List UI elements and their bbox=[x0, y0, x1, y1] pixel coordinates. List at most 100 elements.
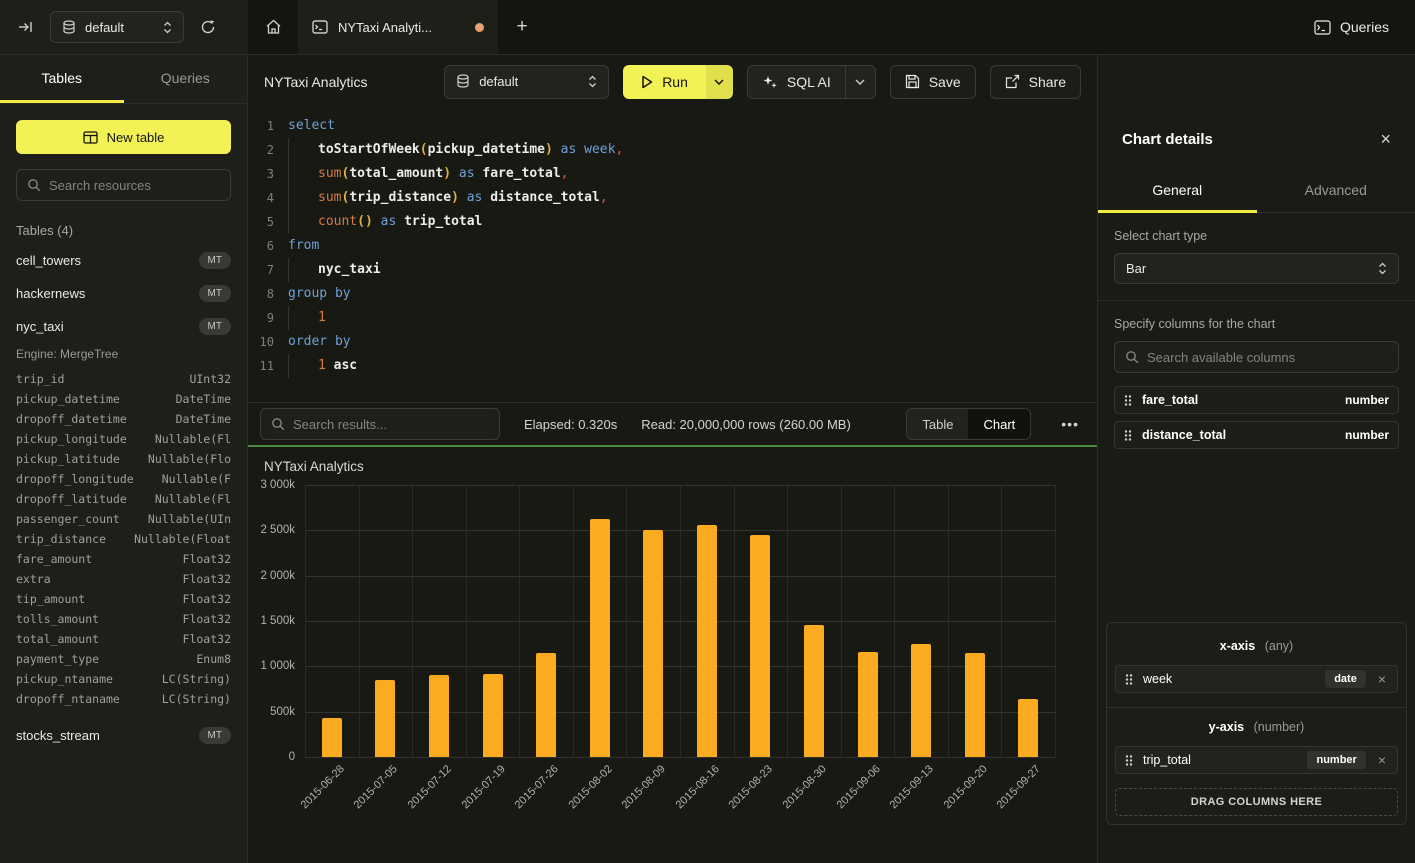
bar-2015-09-27[interactable] bbox=[1018, 699, 1038, 757]
app-window: default NYTaxi Analyti. bbox=[0, 0, 1415, 863]
bar-2015-07-26[interactable] bbox=[536, 653, 556, 757]
bar-2015-07-05[interactable] bbox=[375, 680, 395, 757]
table-name: cell_towers bbox=[16, 253, 81, 268]
table-item-stocks_stream[interactable]: stocks_streamMT bbox=[16, 719, 231, 752]
sql-ai-button[interactable]: SQL AI bbox=[748, 66, 845, 98]
resource-search-input[interactable] bbox=[49, 178, 220, 193]
queries-button[interactable]: Queries bbox=[1314, 19, 1389, 35]
collapse-sidebar-button[interactable] bbox=[14, 16, 38, 38]
y-axis-hint: (number) bbox=[1254, 720, 1305, 734]
code-text: toStartOfWeek(pickup_datetime) as week, bbox=[274, 138, 623, 162]
drag-handle-icon[interactable] bbox=[1125, 673, 1133, 686]
drag-handle-icon[interactable] bbox=[1125, 754, 1133, 767]
x-axis-column-chip[interactable]: week date × bbox=[1115, 665, 1398, 693]
table-item-nyc_taxi[interactable]: nyc_taxiMT bbox=[16, 310, 231, 343]
remove-y-axis-column-icon[interactable]: × bbox=[1376, 753, 1388, 767]
query-database-selector[interactable]: default bbox=[444, 65, 609, 99]
table-name: hackernews bbox=[16, 286, 85, 301]
line-number: 3 bbox=[248, 162, 274, 186]
tab-advanced[interactable]: Advanced bbox=[1257, 172, 1415, 213]
tab-general[interactable]: General bbox=[1098, 172, 1257, 213]
table-item-hackernews[interactable]: hackernews MT bbox=[16, 277, 231, 310]
y-axis-tick-label: 1 000k bbox=[260, 660, 295, 672]
query-title: NYTaxi Analytics bbox=[264, 74, 367, 90]
search-icon bbox=[27, 178, 41, 192]
sidebar-tab-tables[interactable]: Tables bbox=[0, 55, 124, 103]
gridline bbox=[680, 485, 681, 757]
bar-2015-07-19[interactable] bbox=[483, 674, 503, 757]
tab-nytaxi-analytics[interactable]: NYTaxi Analyti... bbox=[298, 0, 498, 54]
remove-x-axis-column-icon[interactable]: × bbox=[1376, 672, 1388, 686]
table-name: nyc_taxi bbox=[16, 319, 64, 334]
line-number: 11 bbox=[248, 354, 274, 378]
column-row: pickup_longitudeNullable(Fl bbox=[16, 429, 231, 449]
column-row: fare_amountFloat32 bbox=[16, 549, 231, 569]
code-line: 8group by bbox=[248, 282, 1097, 306]
column-name: pickup_longitude bbox=[16, 432, 127, 446]
column-type: Float32 bbox=[183, 552, 231, 566]
sidebar-tab-queries[interactable]: Queries bbox=[124, 55, 248, 103]
available-column-fare_total[interactable]: fare_totalnumber bbox=[1114, 386, 1399, 414]
y-axis-column-chip[interactable]: trip_total number × bbox=[1115, 746, 1398, 774]
save-button[interactable]: Save bbox=[890, 65, 976, 99]
tables-list: cell_towersMThackernewsMTnyc_taxiMTEngin… bbox=[16, 244, 231, 752]
sql-ai-dropdown-button[interactable] bbox=[845, 66, 875, 98]
bar-2015-09-06[interactable] bbox=[858, 652, 878, 757]
tab-strip: NYTaxi Analyti... + bbox=[248, 0, 1314, 54]
bar-2015-06-28[interactable] bbox=[322, 718, 342, 757]
bar-2015-09-13[interactable] bbox=[911, 644, 931, 757]
available-column-distance_total[interactable]: distance_totalnumber bbox=[1114, 421, 1399, 449]
column-name: trip_id bbox=[16, 372, 64, 386]
line-number: 5 bbox=[248, 210, 274, 234]
drag-columns-dropzone[interactable]: DRAG COLUMNS HERE bbox=[1115, 788, 1398, 816]
chart-type-selector[interactable]: Bar bbox=[1114, 253, 1399, 284]
bar-2015-07-12[interactable] bbox=[429, 675, 449, 757]
home-tab-button[interactable] bbox=[248, 0, 298, 54]
new-table-button[interactable]: New table bbox=[16, 120, 231, 154]
refresh-button[interactable] bbox=[196, 15, 220, 39]
view-toggle-chart[interactable]: Chart bbox=[968, 409, 1030, 439]
code-line: 91 bbox=[248, 306, 1097, 330]
run-button[interactable]: Run bbox=[623, 65, 706, 99]
new-table-label: New table bbox=[107, 130, 165, 145]
drag-handle-icon[interactable] bbox=[1124, 429, 1132, 442]
bar-2015-08-09[interactable] bbox=[643, 530, 663, 757]
column-type: LC(String) bbox=[162, 672, 231, 686]
drag-handle-icon[interactable] bbox=[1124, 394, 1132, 407]
x-axis-header: x-axis (any) bbox=[1115, 631, 1398, 665]
view-toggle-table[interactable]: Table bbox=[907, 409, 968, 439]
chevron-updown-icon bbox=[588, 75, 597, 88]
bar-2015-08-02[interactable] bbox=[590, 519, 610, 757]
bar-2015-08-30[interactable] bbox=[804, 625, 824, 757]
gridline bbox=[841, 485, 842, 757]
sql-ai-button-group: SQL AI bbox=[747, 65, 876, 99]
columns-search-input[interactable] bbox=[1147, 350, 1388, 365]
results-search-input[interactable] bbox=[293, 417, 489, 432]
table-item-cell_towers[interactable]: cell_towersMT bbox=[16, 244, 231, 277]
sql-editor[interactable]: 1select2toStartOfWeek(pickup_datetime) a… bbox=[248, 108, 1097, 402]
results-more-button[interactable]: ••• bbox=[1055, 412, 1085, 436]
bar-2015-09-20[interactable] bbox=[965, 653, 985, 757]
home-icon bbox=[265, 19, 282, 35]
y-axis-tick-label: 2 500k bbox=[260, 524, 295, 536]
run-dropdown-button[interactable] bbox=[706, 65, 733, 99]
column-type: Float32 bbox=[183, 612, 231, 626]
database-icon bbox=[456, 74, 470, 89]
chart-title: NYTaxi Analytics bbox=[264, 459, 364, 474]
gridline bbox=[948, 485, 949, 757]
bar-2015-08-23[interactable] bbox=[750, 535, 770, 757]
close-icon[interactable]: × bbox=[1380, 130, 1391, 148]
available-columns-list: fare_totalnumber distance_totalnumber bbox=[1114, 386, 1399, 449]
bar-2015-08-16[interactable] bbox=[697, 525, 717, 757]
column-type: DateTime bbox=[176, 392, 231, 406]
line-number: 6 bbox=[248, 234, 274, 258]
y-axis-tick-label: 500k bbox=[270, 706, 295, 718]
column-row: dropoff_datetimeDateTime bbox=[16, 409, 231, 429]
column-name: pickup_datetime bbox=[16, 392, 120, 406]
x-axis-column-type: date bbox=[1325, 670, 1366, 688]
new-tab-button[interactable]: + bbox=[498, 0, 546, 54]
database-selector[interactable]: default bbox=[50, 11, 184, 43]
engine-badge: MT bbox=[199, 285, 231, 302]
column-name: tip_amount bbox=[16, 592, 85, 606]
share-button[interactable]: Share bbox=[990, 65, 1081, 99]
